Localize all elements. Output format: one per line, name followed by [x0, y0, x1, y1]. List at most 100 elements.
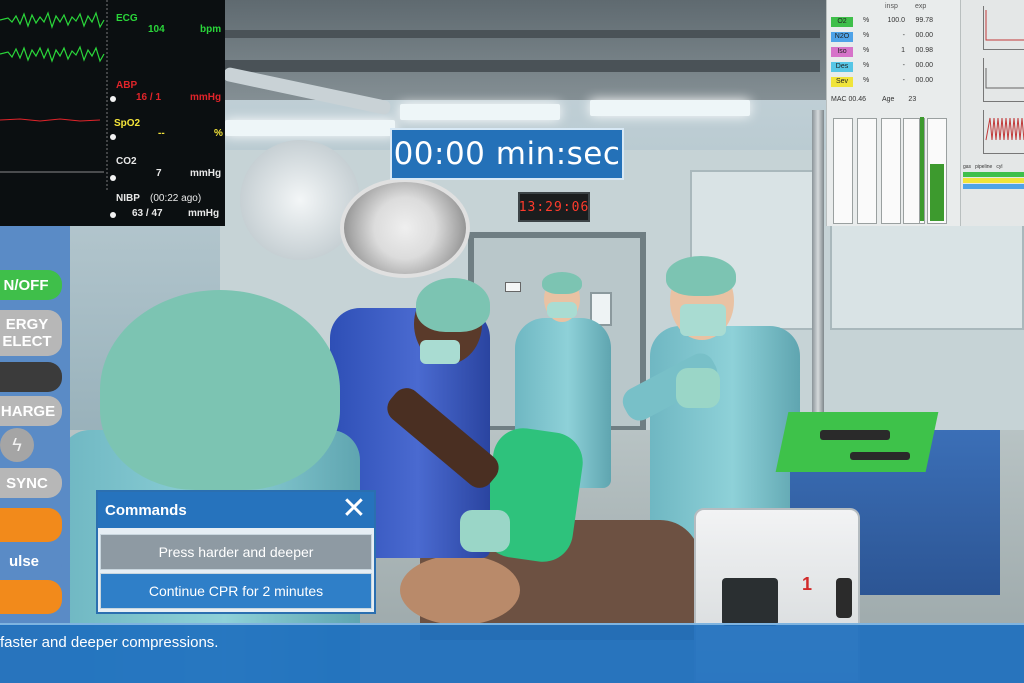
surgical-lamp-head [340, 178, 470, 278]
surgical-cap [100, 290, 340, 490]
gas-insp: 100.0 [887, 17, 905, 24]
surgical-cap [666, 256, 736, 296]
on-off-label: N/OFF [3, 276, 49, 294]
ecg-waveform [0, 11, 105, 29]
sync-button[interactable]: SYNC [0, 468, 62, 498]
abp-value: 16 / 1 [136, 92, 162, 103]
scenario-timer: 00:00 min:sec [390, 128, 624, 180]
abp-unit: mmHg [190, 92, 222, 103]
gas-insp: - [902, 32, 905, 39]
defibrillator-screen [722, 578, 778, 626]
on-off-button[interactable]: N/OFF [0, 270, 62, 300]
commands-panel: Commands ✕ Press harder and deeper Conti… [96, 490, 376, 614]
gas-unit: % [863, 17, 870, 24]
gas-exp: 00.00 [915, 62, 933, 69]
age-value: 23 [908, 96, 917, 103]
gas-row-iso: Iso% 1 00.98 [829, 46, 959, 58]
charge-button[interactable]: HARGE [0, 396, 62, 426]
door-sign [505, 282, 521, 292]
nibp-marker [110, 212, 116, 218]
pipe-row-air [963, 178, 1024, 183]
co2-marker [110, 175, 116, 181]
pipe-col-pipeline: pipeline [975, 164, 993, 170]
charge-label: HARGE [0, 402, 56, 420]
ceiling-light [225, 120, 395, 136]
orange-mode-button[interactable] [0, 508, 62, 542]
gas-row-des: Des% - 00.00 [829, 61, 959, 73]
mac-row: MAC 00.46 Age 23 [831, 96, 916, 103]
surgical-instrument [820, 430, 890, 440]
gas-unit: % [863, 32, 870, 39]
abp-waveform [0, 118, 101, 122]
ecg-unit: bpm [200, 24, 222, 35]
close-icon[interactable]: ✕ [338, 494, 370, 526]
wall-panel [830, 210, 1024, 330]
co2-value: 7 [156, 168, 162, 179]
gas-insp: - [902, 62, 905, 69]
ecg-value: 104 [148, 24, 165, 35]
energy-select-button[interactable]: ERGY ELECT [0, 310, 62, 356]
green-drape [775, 412, 939, 472]
gas-row-o2: O2% 100.0 99.78 [829, 16, 959, 28]
gauge-fill [920, 117, 924, 221]
anesthesia-gas-panel: insp exp O2% 100.0 99.78 N2O% - 00.00 Iso% 1 00.… [826, 0, 960, 226]
pressure-graph [983, 6, 1024, 50]
ceiling-light [590, 100, 750, 116]
flow-trace [985, 68, 1024, 89]
gas-insp: 1 [901, 47, 905, 54]
defibrillator-control-strip: N/OFF ERGY ELECT HARGE ϟ SYNC ulse [0, 226, 70, 626]
wall-clock-time: 13:29:06 [518, 199, 590, 215]
flow-graph [983, 58, 1024, 102]
volume-trace [985, 117, 1024, 141]
surgical-mask [680, 304, 726, 336]
orange-action-button[interactable] [0, 580, 62, 614]
surgical-cap [542, 272, 582, 294]
glove [676, 368, 720, 408]
pipe-col-cyl: cyl [996, 164, 1003, 170]
co2-label: CO2 [116, 156, 137, 167]
ceiling-light [400, 104, 560, 120]
surgical-cap [416, 278, 490, 332]
defibrillator-handle[interactable] [836, 578, 852, 618]
gas-insp: - [902, 77, 905, 84]
nibp-unit: mmHg [188, 208, 220, 219]
age-label: Age [882, 96, 895, 103]
pulse-label: ulse [8, 552, 39, 570]
gas-name: Des [831, 62, 853, 72]
commands-title: Commands [105, 502, 187, 519]
pulse-button[interactable]: ulse [0, 544, 62, 578]
spo2-marker [110, 134, 116, 140]
ecg-label: ECG [116, 13, 138, 24]
command-press-harder[interactable]: Press harder and deeper [100, 534, 372, 570]
gas-row-sev: Sev% - 00.00 [829, 76, 959, 88]
co2-unit: mmHg [190, 168, 222, 179]
gas-gauge-o2 [833, 118, 853, 224]
subtitle-bar: faster and deeper compressions. [0, 623, 1024, 683]
gas-name: O2 [831, 17, 853, 27]
gas-gauge-iso [881, 118, 901, 224]
shock-button[interactable]: ϟ [0, 428, 34, 462]
abp-label: ABP [116, 80, 138, 91]
nibp-ago: (00:22 ago) [150, 193, 202, 204]
pipeline-table: gas pipeline cyl [963, 164, 1024, 189]
gas-name: Sev [831, 77, 853, 87]
energy-display [0, 362, 62, 392]
gas-unit: % [863, 47, 870, 54]
gas-name: Iso [831, 47, 853, 57]
gas-exp: 00.00 [915, 32, 933, 39]
pipe-row-n2o [963, 184, 1024, 189]
exp-header: exp [915, 3, 927, 10]
mac-label: MAC [831, 96, 847, 103]
sync-label: SYNC [6, 474, 48, 492]
command-continue-cpr[interactable]: Continue CPR for 2 minutes [100, 573, 372, 609]
ceiling-beam [220, 60, 820, 72]
spo2-label: SpO2 [114, 118, 141, 129]
defibrillator-number: 1 [801, 574, 812, 594]
pipe-row-o2 [963, 172, 1024, 177]
pressure-trace [985, 10, 1024, 41]
command-label: Continue CPR for 2 minutes [148, 583, 324, 599]
patient-monitor: ECG 104 bpm ABP 16 / 1 mmHg SpO2 -- % CO… [0, 0, 225, 226]
nibp-value: 63 / 47 [132, 208, 163, 219]
wall-clock: 13:29:06 [518, 192, 590, 222]
gauge-fill [930, 163, 944, 221]
